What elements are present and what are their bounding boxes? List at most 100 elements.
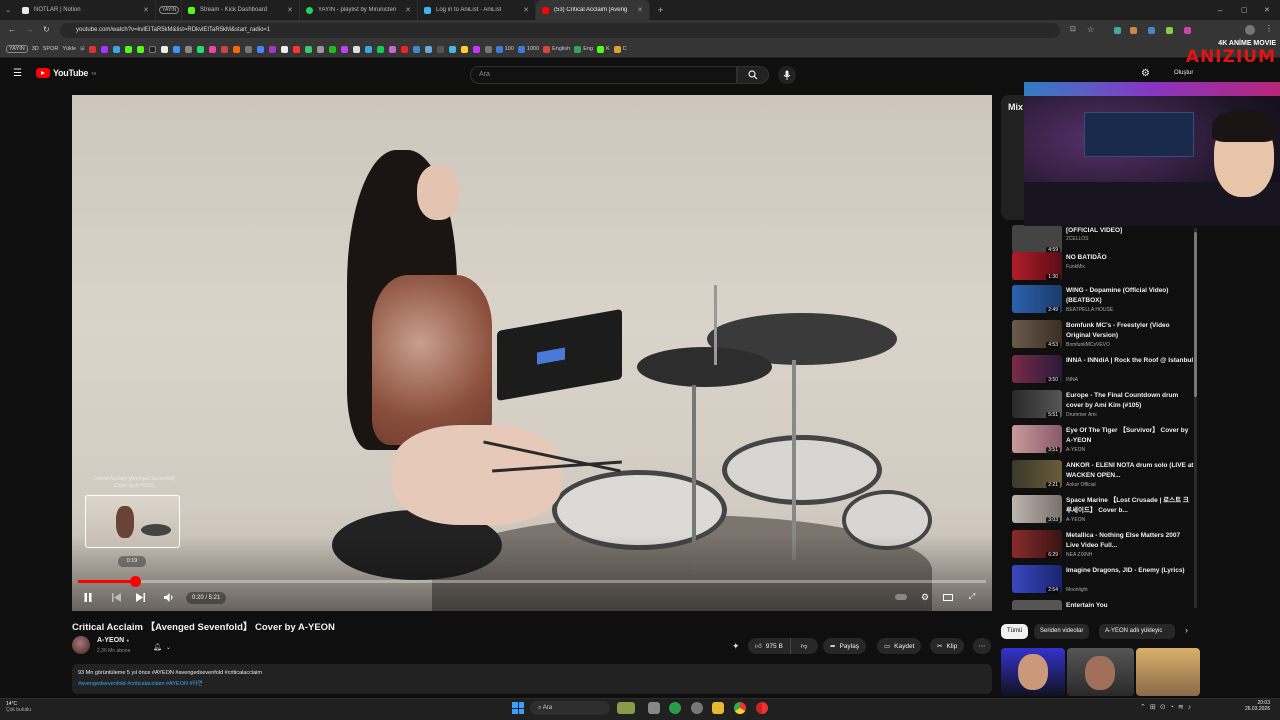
- voice-search-button[interactable]: [778, 66, 796, 84]
- new-tab-icon[interactable]: +: [658, 5, 663, 15]
- bookmark-folder-3d[interactable]: 3D: [32, 46, 39, 52]
- sidebar-scrollbar[interactable]: [1194, 228, 1197, 608]
- video-player[interactable]: [72, 95, 992, 611]
- bookmark-icon-row[interactable]: [88, 45, 492, 53]
- description-hashtags[interactable]: #avengedsevenfold #criticalacclaim #AYEO…: [78, 679, 203, 687]
- description-box[interactable]: [72, 664, 992, 694]
- bookmark-k[interactable]: K: [596, 45, 610, 53]
- tab-list-chevron-icon[interactable]: ⌄: [0, 6, 16, 14]
- minimize-window-icon[interactable]: –: [1218, 6, 1222, 15]
- next-button[interactable]: [132, 589, 148, 605]
- clock[interactable]: 20:03 26.03.2026: [1240, 700, 1270, 712]
- list-item[interactable]: 2:49 WING - Dopamine (Official Video) (B…: [1012, 285, 1198, 318]
- tab-kick[interactable]: Stream - Kick Dashboard ✕: [182, 0, 300, 20]
- sparkle-icon[interactable]: ✦: [732, 641, 740, 652]
- youtube-logo[interactable]: YouTube TR: [36, 68, 96, 78]
- bookmark-folder-yukle[interactable]: Yükle: [62, 46, 76, 52]
- taskbar-app-icon[interactable]: [669, 702, 681, 714]
- chip-all[interactable]: Tümü: [1001, 624, 1029, 639]
- miniplayer-button[interactable]: [940, 589, 956, 605]
- tab-close-icon[interactable]: ✕: [637, 6, 643, 14]
- channel-name[interactable]: A-YEON ●: [97, 637, 129, 644]
- chips-next-chevron-icon[interactable]: ›: [1185, 625, 1188, 635]
- shorts-thumb-3[interactable]: [1136, 648, 1200, 696]
- hamburger-menu-icon[interactable]: ☰: [13, 68, 22, 79]
- list-item[interactable]: 3:51 Eye Of The Tiger 【Survivor】 Cover b…: [1012, 425, 1198, 458]
- list-item[interactable]: 2:21 ANKOR - ELENI NOTA drum solo (LIVE …: [1012, 460, 1198, 493]
- url-field[interactable]: youtube.com/watch?v=kvlEITaR5kM&list=RDk…: [60, 23, 1060, 38]
- extension-icon-1[interactable]: [1114, 27, 1121, 34]
- chrome-icon[interactable]: [734, 702, 746, 714]
- task-view-icon[interactable]: [648, 702, 660, 714]
- taskbar-search[interactable]: ⌕ Ara: [530, 701, 610, 715]
- bookmark-1000[interactable]: 1000: [517, 45, 539, 53]
- bookmark-folder-spor[interactable]: SPOR: [43, 46, 59, 52]
- install-app-icon[interactable]: ⊡: [1070, 25, 1076, 33]
- list-item[interactable]: 3:03 Space Marine 【Lost Crusade | 로스트 크루…: [1012, 495, 1198, 528]
- profile-avatar-icon[interactable]: [1245, 25, 1255, 35]
- search-button[interactable]: [737, 66, 769, 84]
- dislike-button[interactable]: 👎︎: [795, 642, 814, 650]
- search-input[interactable]: Ara: [470, 66, 737, 84]
- bookmark-c[interactable]: C: [613, 45, 627, 53]
- bookmark-100[interactable]: 100: [495, 45, 514, 53]
- list-item[interactable]: 5:51 Europe - The Final Countdown drum c…: [1012, 390, 1198, 423]
- tab-notion[interactable]: NOTLAR | Notion ✕: [16, 0, 156, 20]
- close-window-icon[interactable]: ✕: [1264, 6, 1270, 14]
- reload-icon[interactable]: ↻: [43, 25, 50, 34]
- pause-button[interactable]: [80, 589, 96, 605]
- taskbar-settings-icon[interactable]: [691, 702, 703, 714]
- tab-anilist[interactable]: Log in to AniList · AniList ✕: [418, 0, 536, 20]
- tab-youtube[interactable]: (53) Critical Acclaim [Aveng ✕: [536, 0, 650, 20]
- extension-icon-3[interactable]: [1148, 27, 1155, 34]
- list-item[interactable]: 1:30 NO BATIDÃO FunkMix: [1012, 252, 1198, 285]
- tab-close-icon[interactable]: ✕: [523, 6, 529, 14]
- maximize-window-icon[interactable]: ▢: [1241, 6, 1248, 14]
- forward-icon[interactable]: →: [26, 25, 34, 34]
- extension-icon-2[interactable]: [1130, 27, 1137, 34]
- browser-menu-icon[interactable]: ⋮: [1265, 24, 1273, 33]
- notification-bell-button[interactable]: 🔔︎ ⌄: [153, 639, 185, 655]
- start-button[interactable]: [512, 702, 524, 714]
- apps-grid-icon[interactable]: ⊞: [80, 46, 85, 52]
- bookmark-english[interactable]: English: [543, 45, 570, 53]
- list-item[interactable]: 4:53 Bomfunk MC's - Freestyler (Video Or…: [1012, 320, 1198, 353]
- tab-close-icon[interactable]: ✕: [405, 6, 411, 14]
- list-item[interactable]: 3:50 INNA - INNdiA | Rock the Roof @ Ist…: [1012, 355, 1198, 388]
- settings-button[interactable]: ⚙: [917, 589, 933, 605]
- autoplay-toggle[interactable]: [893, 589, 909, 605]
- bookmark-eng[interactable]: Eng: [574, 45, 593, 53]
- bookmark-star-icon[interactable]: ☆: [1087, 25, 1094, 34]
- more-actions-button[interactable]: ⋯: [973, 638, 991, 654]
- create-icon[interactable]: ⚙: [1141, 68, 1150, 79]
- extension-icon-5[interactable]: [1184, 27, 1191, 34]
- shorts-thumb-1[interactable]: [1001, 648, 1065, 696]
- chip-series-videos[interactable]: Seriden videolar: [1034, 624, 1090, 639]
- file-explorer-icon[interactable]: [712, 702, 724, 714]
- list-item[interactable]: Entertain You: [1012, 600, 1198, 610]
- tab-yayin-group[interactable]: YAYIN: [156, 0, 182, 20]
- bookmark-folder-yayin[interactable]: YAYIN: [6, 45, 28, 53]
- taskbar-widget-icon[interactable]: [617, 702, 635, 714]
- progress-bar[interactable]: [78, 576, 986, 587]
- system-tray-icons[interactable]: ⌃⊞⊙◔≋♪: [1140, 703, 1195, 711]
- share-button[interactable]: ➦ Paylaş: [823, 638, 866, 654]
- tab-close-icon[interactable]: ✕: [287, 6, 293, 14]
- save-button[interactable]: ▭ Kaydet: [877, 638, 922, 654]
- tab-close-icon[interactable]: ✕: [143, 6, 149, 14]
- tab-spotify[interactable]: YAYIN - playlist by Mirunicteri ✕: [300, 0, 418, 20]
- channel-avatar[interactable]: [72, 636, 90, 654]
- chip-uploader[interactable]: A-YEON adlı yükleyic: [1099, 624, 1175, 639]
- like-button[interactable]: 👍︎ 975 B: [748, 638, 791, 654]
- clip-button[interactable]: ✂ Klip: [930, 638, 965, 654]
- volume-button[interactable]: [161, 589, 177, 605]
- back-icon[interactable]: ←: [8, 25, 16, 34]
- list-item[interactable]: 6:29 Metallica - Nothing Else Matters 20…: [1012, 530, 1198, 563]
- extension-icon-4[interactable]: [1166, 27, 1173, 34]
- shorts-thumb-2[interactable]: [1067, 648, 1134, 696]
- weather-widget[interactable]: 14°C Çok bulutlu: [6, 701, 31, 713]
- previous-button[interactable]: [108, 589, 124, 605]
- list-item[interactable]: 2:54 Imagine Dragons, JID - Enemy (Lyric…: [1012, 565, 1198, 598]
- fullscreen-button[interactable]: ⤢: [964, 589, 980, 605]
- sidebar-scroll-thumb[interactable]: [1194, 232, 1197, 397]
